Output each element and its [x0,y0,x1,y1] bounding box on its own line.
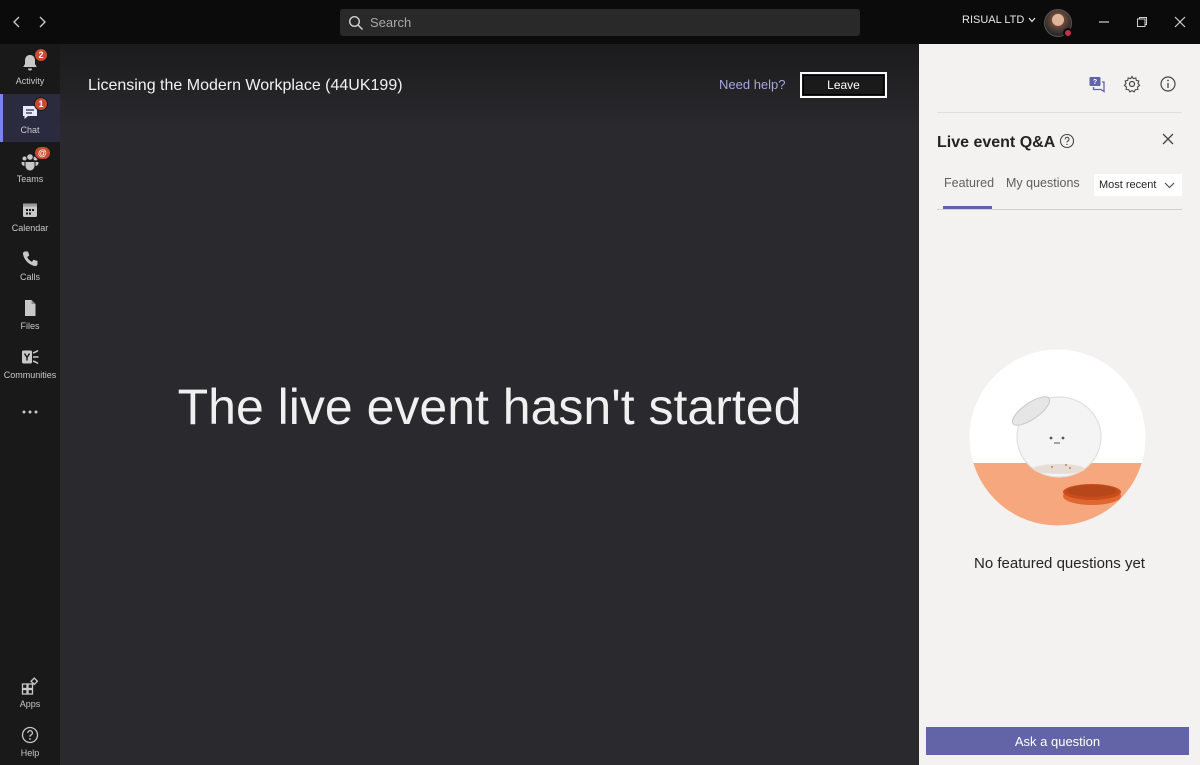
rail-label-apps: Apps [19,698,41,709]
avatar[interactable] [1044,9,1073,38]
qa-panel: ? Live event Q&A Featured My questions M… [919,44,1200,765]
file-icon [25,299,36,316]
org-name: RISUAL LTD [962,14,1025,26]
chevron-down-icon [1165,182,1175,188]
title-bar: RISUAL LTD [0,0,1200,44]
event-status-message: The live event hasn't started [177,379,802,435]
close-icon [1174,16,1186,28]
rail-item-activity[interactable]: Activity 2 [0,45,60,93]
org-switcher[interactable]: RISUAL LTD [962,14,1036,26]
rail-item-files[interactable]: Files [0,290,60,338]
chevron-down-icon [1028,17,1036,23]
teams-mention-badge: @ [34,146,51,160]
empty-state-message: No featured questions yet [974,555,1145,572]
rail-label-activity: Activity [15,75,45,86]
rail-label-chat: Chat [20,124,40,135]
help-icon [21,726,39,743]
rail-label-help: Help [20,747,40,758]
rail-label-calendar: Calendar [11,222,49,233]
teams-app-window: RISUAL LTD Activity 2 Chat 1 Tea [0,0,1200,765]
rail-label-teams: Teams [16,173,44,184]
apps-icon [21,676,39,695]
qa-chat-icon[interactable]: ? [1088,75,1106,93]
panel-toolbar: ? [919,75,1200,95]
rail-label-communities: Communities [3,369,57,380]
phone-icon [22,251,38,266]
minimize-button[interactable] [1094,12,1114,32]
app-rail: Activity 2 Chat 1 Teams @ Calendar Calls… [0,44,60,765]
event-title: Licensing the Modern Workplace (44UK199) [88,77,403,94]
rail-item-calls[interactable]: Calls [0,241,60,289]
restore-icon [1137,17,1147,27]
need-help-link[interactable]: Need help? [719,77,786,92]
presence-busy-icon [1063,28,1073,38]
live-event-stage: Licensing the Modern Workplace (44UK199)… [60,44,919,765]
forward-button[interactable] [32,12,52,32]
question-mark-icon[interactable] [1059,133,1075,149]
back-button[interactable] [7,12,27,32]
chevron-right-icon [39,16,46,28]
rail-item-help[interactable]: Help [0,717,60,765]
search-input[interactable] [370,15,850,30]
gear-icon[interactable] [1123,75,1141,93]
yammer-icon [22,349,39,364]
search-box[interactable] [340,9,860,36]
restore-button[interactable] [1132,12,1152,32]
close-icon [1162,133,1174,145]
calendar-icon [23,203,37,217]
rail-item-teams[interactable]: Teams @ [0,143,60,191]
info-icon[interactable] [1159,75,1177,93]
leave-button[interactable]: Leave [800,72,887,98]
rail-item-apps[interactable]: Apps [0,668,60,716]
activity-badge: 2 [34,48,48,62]
rail-item-communities[interactable]: Communities [0,339,60,387]
qa-panel-title: Live event Q&A [937,134,1056,151]
chat-badge: 1 [34,97,48,111]
sort-dropdown[interactable]: Most recent [1094,174,1182,196]
more-icon [22,410,38,414]
svg-text:?: ? [1093,79,1097,86]
tab-my-questions[interactable]: My questions [1006,176,1080,190]
tab-divider [937,209,1182,210]
close-panel-button[interactable] [1159,132,1177,150]
ask-question-button[interactable]: Ask a question [926,727,1189,755]
empty-jar-illustration [969,349,1146,526]
close-window-button[interactable] [1170,12,1190,32]
sort-label: Most recent [1099,179,1157,191]
search-icon [348,15,364,30]
minimize-icon [1099,21,1109,23]
tab-featured[interactable]: Featured [944,176,994,190]
rail-item-chat[interactable]: Chat 1 [0,94,60,142]
rail-label-calls: Calls [19,271,40,282]
rail-label-files: Files [20,320,40,331]
rail-more-button[interactable] [0,388,60,436]
chevron-left-icon [13,16,20,28]
rail-item-calendar[interactable]: Calendar [0,192,60,240]
panel-divider [937,112,1182,113]
